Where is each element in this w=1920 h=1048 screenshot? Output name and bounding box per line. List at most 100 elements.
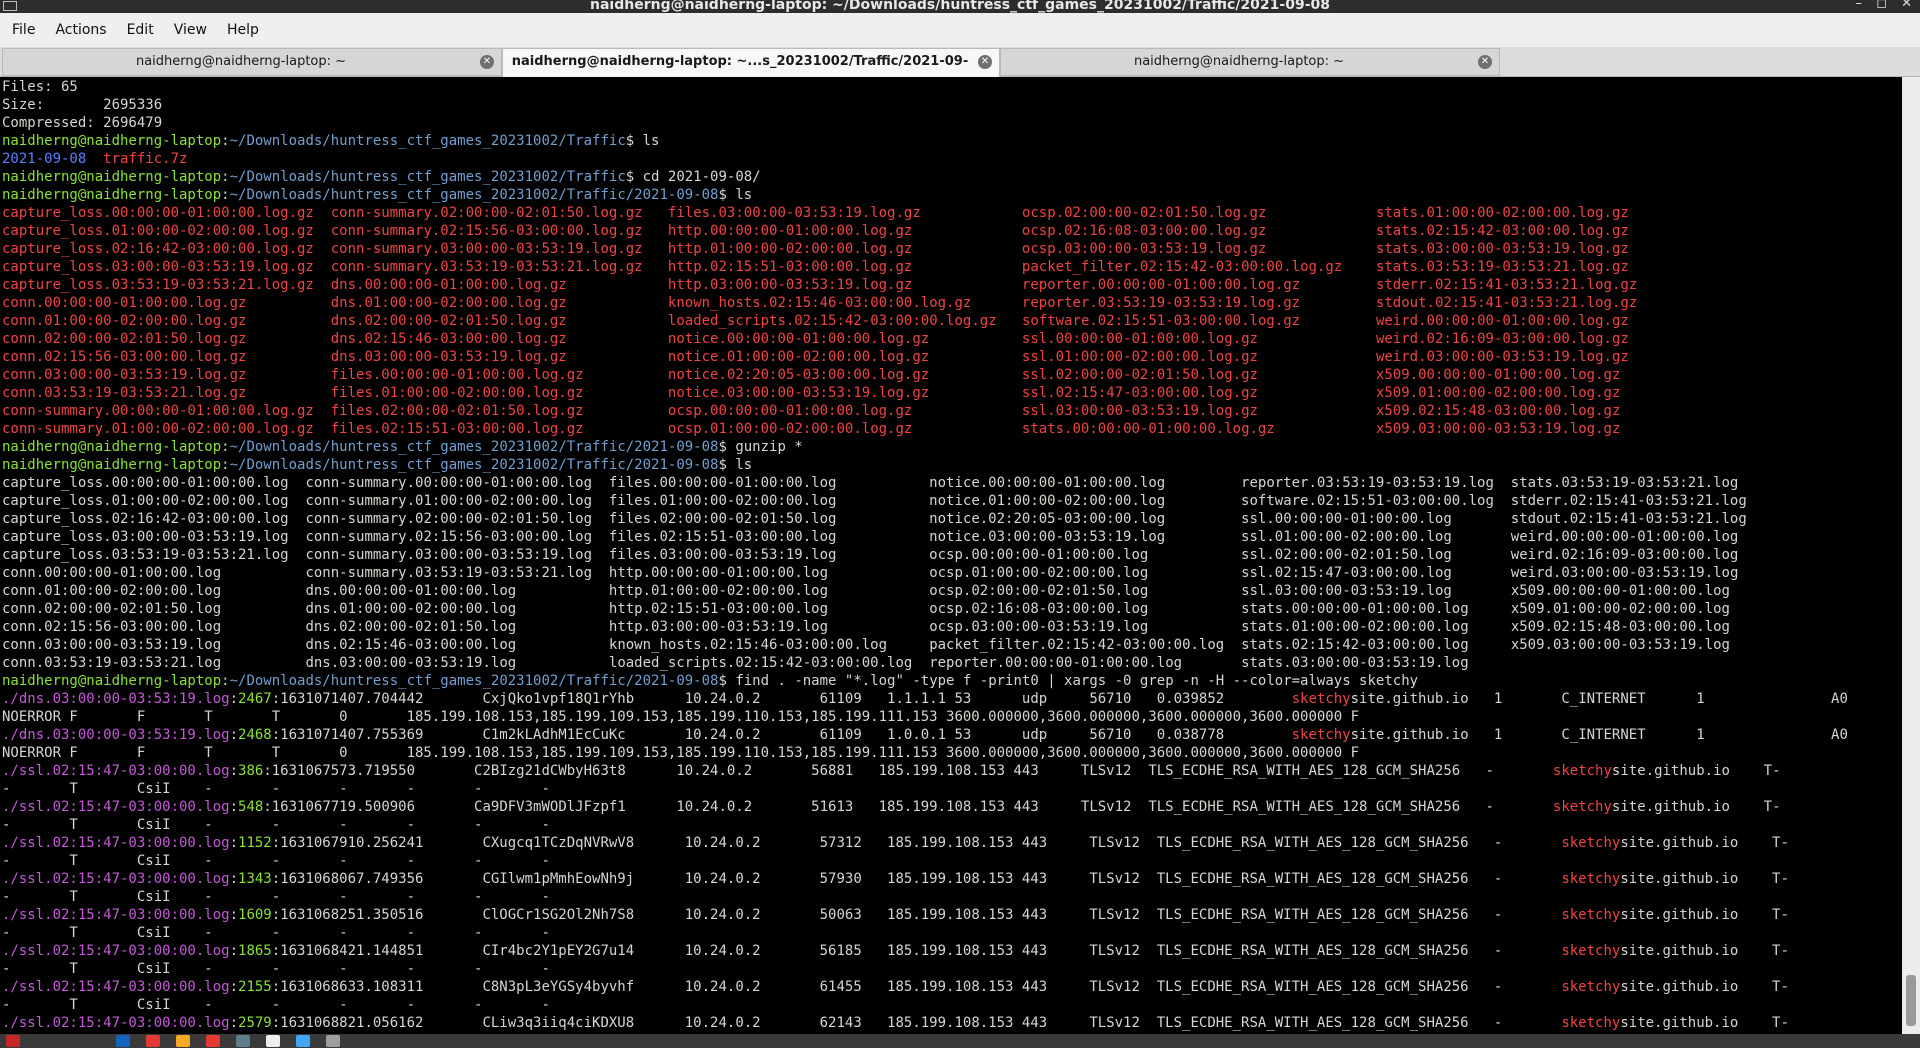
log-file: capture_loss.02:16:42-03:00:00.log [2, 511, 289, 527]
log-file: ocsp.02:16:08-03:00:00.log [929, 601, 1149, 617]
log-file: files.01:00:00-02:00:00.log [608, 493, 837, 509]
command: ls [735, 187, 753, 203]
taskbar-app-icon[interactable] [6, 1035, 20, 1047]
grep-filename: ./ssl.02:15:47-03:00:00.log [2, 799, 230, 815]
gz-file: files.01:00:00-02:00:00.log.gz [330, 385, 584, 401]
prompt-path: ~/Downloads/huntress_ctf_games_20231002/… [229, 457, 719, 473]
window-titlebar[interactable]: naidherng@naidherng-laptop: ~/Downloads/… [0, 0, 1920, 13]
log-file: notice.03:00:00-03:53:19.log [929, 529, 1166, 545]
tab-close-icon[interactable]: ✕ [480, 55, 494, 69]
gz-file: dns.03:00:00-03:53:19.log.gz [330, 349, 567, 365]
log-file: capture_loss.03:53:19-03:53:21.log [2, 547, 289, 563]
log-file: weird.00:00:00-01:00:00.log [1510, 529, 1739, 545]
command: cd 2021-09-08/ [642, 169, 761, 185]
grep-line-number: 1609 [238, 907, 272, 923]
menu-edit[interactable]: Edit [117, 13, 164, 47]
tab-close-icon[interactable]: ✕ [1478, 55, 1492, 69]
tab-home-2[interactable]: naidherng@naidherng-laptop: ~ ✕ [1000, 48, 1500, 76]
gz-file: conn-summary.02:00:00-02:01:50.log.gz [330, 205, 643, 221]
log-file: dns.01:00:00-02:00:00.log [305, 601, 517, 617]
prompt-path: ~/Downloads/huntress_ctf_games_20231002/… [229, 187, 719, 203]
taskbar-app-icon[interactable] [266, 1035, 280, 1047]
log-file: conn-summary.00:00:00-01:00:00.log [305, 475, 593, 491]
minimize-icon[interactable]: – [1856, 0, 1863, 11]
taskbar-app-icon[interactable] [146, 1035, 160, 1047]
menu-actions[interactable]: Actions [45, 13, 116, 47]
log-file: stats.03:00:00-03:53:19.log [1241, 655, 1469, 671]
prompt-path: ~/Downloads/huntress_ctf_games_20231002/… [229, 439, 719, 455]
scrollbar-thumb[interactable] [1906, 974, 1916, 1027]
menu-file[interactable]: File [2, 13, 45, 47]
taskbar-app-icon[interactable] [176, 1035, 190, 1047]
gz-file: http.03:00:00-03:53:19.log.gz [667, 277, 913, 293]
gz-file: conn.00:00:00-01:00:00.log.gz [2, 295, 247, 311]
log-file: stats.01:00:00-02:00:00.log [1241, 619, 1469, 635]
gz-file: notice.03:00:00-03:53:19.log.gz [667, 385, 930, 401]
close-icon[interactable]: ✕ [1901, 0, 1912, 11]
dir-entry: 2021-09-08 [2, 151, 87, 167]
gz-file: conn-summary.03:53:19-03:53:21.log.gz [330, 259, 643, 275]
log-file: conn.00:00:00-01:00:00.log [2, 565, 222, 581]
log-file: weird.03:00:00-03:53:19.log [1510, 565, 1739, 581]
window-title: naidherng@naidherng-laptop: ~/Downloads/… [590, 0, 1330, 13]
log-file: notice.00:00:00-01:00:00.log [929, 475, 1166, 491]
log-file: packet_filter.02:15:42-03:00:00.log [929, 637, 1225, 653]
log-file: ssl.02:15:47-03:00:00.log [1241, 565, 1452, 581]
gz-file: reporter.03:53:19-03:53:19.log.gz [1021, 295, 1301, 311]
log-file: http.02:15:51-03:00:00.log [608, 601, 829, 617]
gz-file: notice.02:20:05-03:00:00.log.gz [667, 367, 930, 383]
taskbar-app-icon[interactable] [236, 1035, 250, 1047]
prompt-path: ~/Downloads/huntress_ctf_games_20231002/… [229, 133, 626, 149]
log-file: software.02:15:51-03:00:00.log [1241, 493, 1494, 509]
tab-traffic[interactable]: naidherng@naidherng-laptop: ~...s_202310… [502, 48, 1000, 95]
maximize-icon[interactable]: ◻ [1876, 0, 1887, 11]
prompt-user: naidherng@naidherng-laptop [2, 673, 222, 689]
log-file: capture_loss.00:00:00-01:00:00.log [2, 475, 289, 491]
log-file: ocsp.03:00:00-03:53:19.log [929, 619, 1149, 635]
gz-file: ssl.02:00:00-02:01:50.log.gz [1021, 367, 1258, 383]
grep-match: sketchy [1561, 979, 1621, 995]
prompt-path: ~/Downloads/huntress_ctf_games_20231002/… [229, 169, 626, 185]
log-file: weird.02:16:09-03:00:00.log [1510, 547, 1739, 563]
gz-file: capture_loss.03:53:19-03:53:21.log.gz [2, 277, 314, 293]
tab-close-icon[interactable]: ✕ [978, 55, 992, 69]
grep-filename: ./ssl.02:15:47-03:00:00.log [2, 979, 230, 995]
grep-filename: ./ssl.02:15:47-03:00:00.log [2, 835, 230, 851]
tab-label: naidherng@naidherng-laptop: ~ [135, 54, 347, 69]
log-file: files.00:00:00-01:00:00.log [608, 475, 837, 491]
command: ls [735, 457, 753, 473]
menu-help[interactable]: Help [217, 13, 269, 47]
command: gunzip * [735, 439, 803, 455]
grep-line-number: 1865 [238, 943, 272, 959]
taskbar-app-icon[interactable] [326, 1035, 340, 1047]
log-file: ssl.00:00:00-01:00:00.log [1241, 511, 1452, 527]
grep-line-number: 2155 [238, 979, 272, 995]
grep-line-number: 2468 [238, 727, 272, 743]
log-file: stats.03:53:19-03:53:21.log [1510, 475, 1739, 491]
taskbar-app-icon[interactable] [206, 1035, 220, 1047]
grep-line-number: 1152 [238, 835, 272, 851]
grep-filename: ./dns.03:00:00-03:53:19.log [2, 727, 230, 743]
log-file: conn-summary.02:15:56-03:00:00.log [305, 529, 593, 545]
gz-file: stderr.02:15:41-03:53:21.log.gz [1375, 277, 1638, 293]
grep-line-number: 386 [238, 763, 264, 779]
log-file: conn.03:00:00-03:53:19.log [2, 637, 222, 653]
terminal-scrollbar[interactable] [1902, 77, 1920, 1034]
menu-view[interactable]: View [164, 13, 217, 47]
log-file: conn.03:53:19-03:53:21.log [2, 655, 222, 671]
log-file: ocsp.00:00:00-01:00:00.log [929, 547, 1149, 563]
gz-file: http.02:15:51-03:00:00.log.gz [667, 259, 913, 275]
terminal-output[interactable]: Files: 65 Size: 2695336 Compressed: 2696… [0, 77, 1902, 1034]
taskbar-app-icon[interactable] [296, 1035, 310, 1047]
command: find . -name "*.log" -type f -print0 | x… [735, 673, 1419, 689]
gz-file: loaded_scripts.02:15:42-03:00:00.log.gz [667, 313, 997, 329]
gz-file: notice.01:00:00-02:00:00.log.gz [667, 349, 930, 365]
log-file: capture_loss.01:00:00-02:00:00.log [2, 493, 289, 509]
grep-filename: ./ssl.02:15:47-03:00:00.log [2, 763, 230, 779]
tab-home-1[interactable]: naidherng@naidherng-laptop: ~ ✕ [2, 48, 502, 76]
gz-file: ssl.00:00:00-01:00:00.log.gz [1021, 331, 1258, 347]
taskbar-app-icon[interactable] [116, 1035, 130, 1047]
gz-file: x509.00:00:00-01:00:00.log.gz [1375, 367, 1621, 383]
gz-file: conn-summary.00:00:00-01:00:00.log.gz [2, 403, 314, 419]
gz-file: capture_loss.02:16:42-03:00:00.log.gz [2, 241, 314, 257]
